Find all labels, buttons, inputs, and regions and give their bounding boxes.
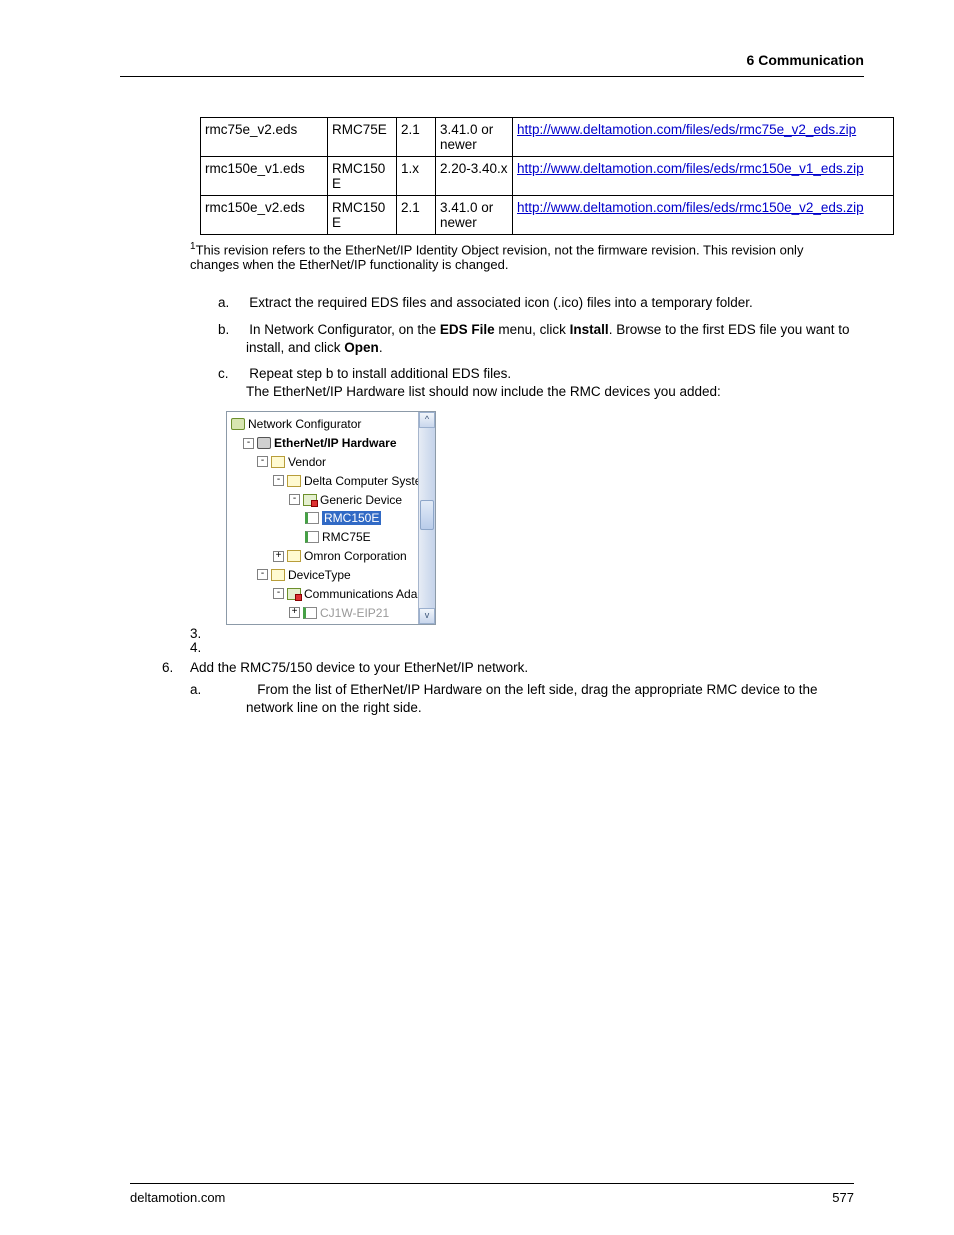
download-link[interactable]: http://www.deltamotion.com/files/eds/rmc… bbox=[517, 200, 864, 215]
scroll-up-icon[interactable]: ^ bbox=[419, 412, 435, 428]
cell-device: RMC150E bbox=[328, 157, 397, 196]
cell-fw: 3.41.0 or newer bbox=[436, 196, 513, 235]
table-row: rmc150e_v1.eds RMC150E 1.x 2.20-3.40.x h… bbox=[201, 157, 894, 196]
collapse-icon[interactable]: - bbox=[257, 569, 268, 580]
footnote: 1This revision refers to the EtherNet/IP… bbox=[190, 241, 854, 272]
step-3-stub: 3. bbox=[190, 627, 854, 642]
device-icon bbox=[305, 531, 319, 543]
cell-url: http://www.deltamotion.com/files/eds/rmc… bbox=[513, 118, 894, 157]
tree-item[interactable]: +Omron Corporation bbox=[231, 546, 435, 565]
hardware-tree: ^ v Network Configurator -EtherNet/IP Ha… bbox=[226, 411, 436, 624]
footer-page-number: 577 bbox=[832, 1190, 854, 1205]
footer-left: deltamotion.com bbox=[130, 1190, 225, 1205]
device-icon bbox=[303, 607, 317, 619]
folder-icon bbox=[287, 550, 301, 562]
collapse-icon[interactable]: - bbox=[243, 438, 254, 449]
collapse-icon[interactable]: - bbox=[257, 456, 268, 467]
cell-url: http://www.deltamotion.com/files/eds/rmc… bbox=[513, 196, 894, 235]
tree-scrollbar[interactable]: ^ v bbox=[418, 412, 435, 623]
expand-icon[interactable]: + bbox=[289, 607, 300, 618]
tree-item[interactable]: -DeviceType bbox=[231, 565, 435, 584]
tree-item[interactable]: -Generic Device bbox=[231, 490, 435, 509]
step-6: 6.Add the RMC75/150 device to your Ether… bbox=[162, 660, 854, 717]
tree-item[interactable]: -EtherNet/IP Hardware bbox=[231, 433, 435, 452]
step-c: c. Repeat step b to install additional E… bbox=[190, 365, 854, 401]
network-icon bbox=[257, 437, 271, 449]
tree-item[interactable]: Network Configurator bbox=[231, 414, 435, 433]
scroll-thumb[interactable] bbox=[420, 500, 434, 530]
collapse-icon[interactable]: - bbox=[289, 494, 300, 505]
cell-url: http://www.deltamotion.com/files/eds/rmc… bbox=[513, 157, 894, 196]
tree-item[interactable]: -Communications Adapter bbox=[231, 584, 435, 603]
device-group-icon bbox=[303, 494, 317, 506]
cell-rev: 2.1 bbox=[397, 118, 436, 157]
step-4-stub: 4. bbox=[190, 641, 854, 656]
table-row: rmc75e_v2.eds RMC75E 2.1 3.41.0 or newer… bbox=[201, 118, 894, 157]
scroll-down-icon[interactable]: v bbox=[419, 608, 435, 624]
download-link[interactable]: http://www.deltamotion.com/files/eds/rmc… bbox=[517, 122, 856, 137]
folder-icon bbox=[271, 456, 285, 468]
cell-device: RMC150E bbox=[328, 196, 397, 235]
cell-file: rmc150e_v1.eds bbox=[201, 157, 328, 196]
cell-fw: 3.41.0 or newer bbox=[436, 118, 513, 157]
tree-item[interactable]: -Vendor bbox=[231, 452, 435, 471]
cell-rev: 1.x bbox=[397, 157, 436, 196]
step-6a: a. From the list of EtherNet/IP Hardware… bbox=[190, 681, 854, 717]
tree-item[interactable]: RMC75E bbox=[231, 527, 435, 546]
tree-item-selected[interactable]: RMC150E bbox=[231, 509, 435, 528]
cell-rev: 2.1 bbox=[397, 196, 436, 235]
table-row: rmc150e_v2.eds RMC150E 2.1 3.41.0 or new… bbox=[201, 196, 894, 235]
tree-item[interactable]: -Delta Computer Systems Inc bbox=[231, 471, 435, 490]
expand-icon[interactable]: + bbox=[273, 551, 284, 562]
page-header: 6 Communication bbox=[120, 52, 864, 77]
collapse-icon[interactable]: - bbox=[273, 588, 284, 599]
app-icon bbox=[231, 418, 245, 430]
download-link[interactable]: http://www.deltamotion.com/files/eds/rmc… bbox=[517, 161, 864, 176]
collapse-icon[interactable]: - bbox=[273, 475, 284, 486]
device-icon bbox=[305, 512, 319, 524]
cell-fw: 2.20-3.40.x bbox=[436, 157, 513, 196]
device-group-icon bbox=[287, 588, 301, 600]
step-b: b. In Network Configurator, on the EDS F… bbox=[190, 321, 854, 357]
folder-icon bbox=[287, 475, 301, 487]
cell-file: rmc150e_v2.eds bbox=[201, 196, 328, 235]
eds-table: rmc75e_v2.eds RMC75E 2.1 3.41.0 or newer… bbox=[200, 117, 894, 235]
tree-item-cut: +CJ1W-EIP21 bbox=[231, 603, 435, 622]
step-a: a. Extract the required EDS files and as… bbox=[190, 294, 854, 312]
cell-device: RMC75E bbox=[328, 118, 397, 157]
folder-icon bbox=[271, 569, 285, 581]
cell-file: rmc75e_v2.eds bbox=[201, 118, 328, 157]
